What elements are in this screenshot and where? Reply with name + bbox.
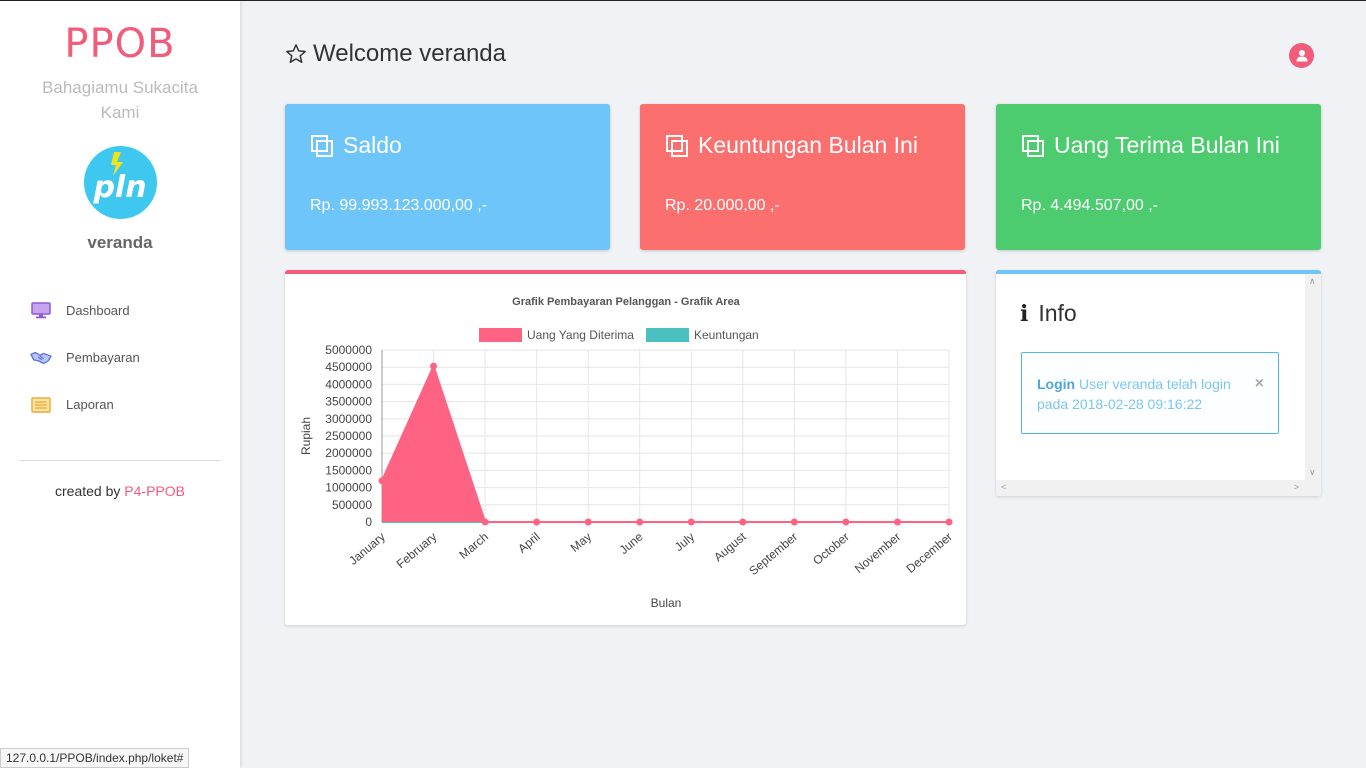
card-uang-terima: Uang Terima Bulan Ini Rp. 4.494.507,00 ,…	[996, 104, 1321, 250]
sidebar: PPOB Bahagiamu Sukacita Kami pln veranda…	[0, 1, 240, 768]
copy-icon	[311, 134, 333, 157]
x-tick-label: May	[568, 530, 594, 555]
sidebar-item-dashboard[interactable]: Dashboard	[0, 287, 240, 334]
sidebar-username: veranda	[87, 233, 153, 252]
info-panel: i Info Login User veranda telah login pa…	[996, 270, 1321, 496]
legend-swatch	[646, 328, 689, 342]
info-header: i Info	[1020, 300, 1077, 327]
y-tick-label: 3500000	[325, 395, 372, 409]
y-axis-label: Rupiah	[299, 417, 313, 455]
y-tick-label: 500000	[332, 498, 372, 512]
data-point	[430, 362, 438, 370]
monitor-icon	[30, 302, 52, 320]
card-value: Rp. 20.000,00 ,-	[665, 197, 780, 214]
x-tick-label: December	[904, 530, 955, 576]
alert-strong: Login	[1037, 376, 1076, 392]
handshake-icon	[30, 349, 52, 367]
x-tick-label: September	[746, 530, 800, 578]
list-icon	[30, 396, 52, 414]
y-tick-label: 2500000	[325, 429, 372, 443]
chart-title: Grafik Pembayaran Pelanggan - Grafik Are…	[512, 296, 741, 308]
x-tick-label: March	[456, 530, 491, 562]
chart-panel: Grafik Pembayaran Pelanggan - Grafik Are…	[285, 270, 966, 625]
y-tick-label: 4000000	[325, 377, 372, 391]
horizontal-scrollbar[interactable]: < >	[996, 480, 1321, 496]
legend-label: Uang Yang Diterima	[527, 328, 634, 342]
data-point	[584, 518, 592, 526]
pln-logo: pln	[84, 146, 157, 219]
y-tick-label: 2000000	[325, 446, 372, 460]
sidebar-nav: Dashboard Pembayaran Laporan	[0, 287, 240, 428]
y-tick-label: 4500000	[325, 360, 372, 374]
y-tick-label: 1000000	[325, 481, 372, 495]
credit-line: created by P4-PPOB	[0, 483, 240, 499]
card-title: Keuntungan Bulan Ini	[698, 132, 918, 158]
scroll-left-icon[interactable]: <	[1001, 482, 1006, 492]
y-tick-label: 0	[365, 515, 372, 529]
brand-tagline: Bahagiamu Sukacita Kami	[42, 78, 198, 122]
series-area	[382, 366, 949, 522]
data-point	[842, 518, 850, 526]
x-tick-label: November	[852, 530, 903, 576]
x-tick-label: June	[617, 529, 646, 557]
sidebar-divider	[19, 460, 221, 461]
area-chart: Grafik Pembayaran Pelanggan - Grafik Are…	[299, 296, 955, 610]
card-keuntungan: Keuntungan Bulan Ini Rp. 20.000,00 ,-	[640, 104, 965, 250]
sidebar-item-label: Dashboard	[66, 303, 130, 318]
page-title: Welcome veranda	[285, 40, 506, 68]
login-alert: Login User veranda telah login pada 2018…	[1021, 352, 1279, 434]
data-point	[893, 518, 901, 526]
sidebar-item-laporan[interactable]: Laporan	[0, 381, 240, 428]
data-point	[378, 477, 386, 485]
data-point	[533, 518, 541, 526]
info-icon: i	[1020, 300, 1029, 327]
credit-link[interactable]: P4-PPOB	[124, 483, 185, 499]
y-tick-label: 1500000	[325, 463, 372, 477]
scroll-down-icon[interactable]: ∨	[1309, 467, 1316, 478]
data-point	[687, 518, 695, 526]
scroll-right-icon[interactable]: >	[1294, 482, 1299, 492]
sidebar-item-pembayaran[interactable]: Pembayaran	[0, 334, 240, 381]
scroll-up-icon[interactable]: ∧	[1309, 276, 1316, 287]
data-point	[481, 518, 489, 526]
credit-prefix: created by	[55, 483, 121, 499]
x-tick-label: August	[711, 529, 749, 564]
x-tick-label: October	[810, 530, 852, 568]
legend-label: Keuntungan	[694, 328, 759, 342]
sidebar-item-label: Pembayaran	[66, 350, 140, 365]
x-tick-label: February	[394, 530, 440, 572]
info-title: Info	[1038, 300, 1077, 326]
y-tick-label: 5000000	[325, 343, 372, 357]
x-tick-label: April	[515, 530, 542, 556]
x-axis-label: Bulan	[651, 596, 682, 610]
brand-title: PPOB	[64, 21, 176, 67]
data-point	[945, 518, 953, 526]
y-tick-label: 3000000	[325, 412, 372, 426]
logo-text: pln	[92, 170, 146, 205]
sidebar-item-label: Laporan	[66, 397, 114, 412]
user-icon	[1296, 50, 1307, 62]
card-header: Saldo	[310, 132, 402, 159]
vertical-scrollbar[interactable]: ∧ ∨	[1305, 274, 1321, 480]
browser-status-url: 127.0.0.1/PPOB/index.php/loket#	[0, 748, 190, 768]
welcome-text: Welcome veranda	[313, 40, 506, 67]
x-tick-label: January	[346, 530, 388, 568]
card-title: Uang Terima Bulan Ini	[1054, 132, 1280, 158]
data-point	[739, 518, 747, 526]
data-point	[790, 518, 798, 526]
card-header: Keuntungan Bulan Ini	[665, 132, 918, 159]
x-tick-label: July	[672, 530, 697, 554]
user-menu-button[interactable]	[1289, 43, 1314, 68]
card-value: Rp. 4.494.507,00 ,-	[1021, 197, 1158, 214]
card-title: Saldo	[343, 132, 402, 158]
close-icon[interactable]: ×	[1255, 374, 1264, 394]
card-saldo: Saldo Rp. 99.993.123.000,00 ,-	[285, 104, 610, 250]
copy-icon	[1022, 134, 1044, 157]
legend-swatch	[479, 328, 522, 342]
copy-icon	[666, 134, 688, 157]
data-point	[636, 518, 644, 526]
star-icon	[286, 44, 306, 63]
card-header: Uang Terima Bulan Ini	[1021, 132, 1280, 159]
card-value: Rp. 99.993.123.000,00 ,-	[310, 197, 488, 214]
